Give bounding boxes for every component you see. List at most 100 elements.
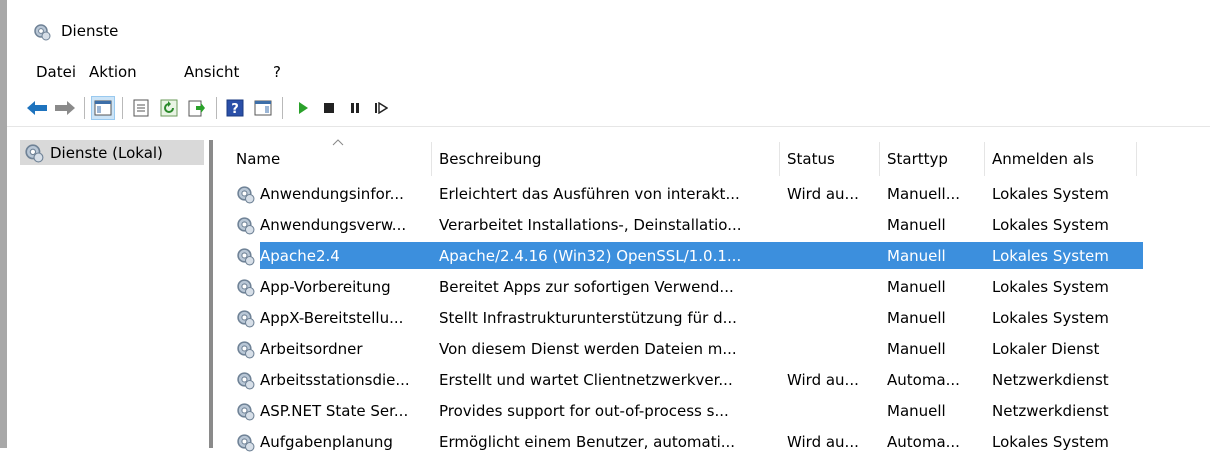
start-service-icon[interactable] — [291, 96, 315, 120]
properties-icon[interactable] — [129, 96, 153, 120]
column-header-anmelden-als[interactable]: Anmelden als — [992, 150, 1094, 168]
cell-anmelden-als: Lokales System — [992, 433, 1109, 451]
table-row[interactable]: Aufgabenplanung Ermöglicht einem Benutzer… — [214, 426, 1143, 457]
cell-starttyp: Manuell — [887, 247, 946, 265]
column-header-name[interactable]: Name — [236, 150, 280, 168]
cell-starttyp: Manuell — [887, 340, 946, 358]
pause-service-icon[interactable] — [343, 96, 367, 120]
toolbar-separator — [216, 97, 217, 119]
cell-name: Anwendungsinfor... — [260, 185, 404, 203]
stop-service-icon[interactable] — [317, 96, 341, 120]
service-gear-icon — [237, 372, 255, 390]
show-hide-action-pane-icon[interactable] — [251, 96, 275, 120]
cell-description: Erstellt und wartet Clientnetzwerkver... — [439, 371, 733, 389]
cell-starttyp: Manuell... — [887, 185, 961, 203]
services-gear-icon — [34, 24, 51, 41]
cell-description: Verarbeitet Installations-, Deinstallati… — [439, 216, 742, 234]
cell-anmelden-als: Netzwerkdienst — [992, 371, 1109, 389]
sort-ascending-icon — [332, 139, 344, 146]
toolbar-separator — [282, 97, 283, 119]
cell-name: Arbeitsordner — [260, 340, 363, 358]
cell-description: Erleichtert das Ausführen von interakt..… — [439, 185, 740, 203]
cell-name: AppX-Bereitstellu... — [260, 309, 404, 327]
table-row[interactable]: Anwendungsverw... Verarbeitet Installatio… — [214, 209, 1143, 240]
menu-aktion[interactable]: Aktion — [89, 63, 137, 81]
column-separator[interactable] — [1136, 142, 1137, 176]
service-gear-icon — [237, 217, 255, 235]
cell-anmelden-als: Lokales System — [992, 278, 1109, 296]
cell-description: Bereitet Apps zur sofortigen Verwend... — [439, 278, 734, 296]
column-separator[interactable] — [879, 142, 880, 176]
cell-anmelden-als: Lokales System — [992, 185, 1109, 203]
column-header-status[interactable]: Status — [787, 150, 835, 168]
cell-name: Apache2.4 — [260, 247, 340, 265]
column-separator[interactable] — [431, 142, 432, 176]
cell-starttyp: Manuell — [887, 278, 946, 296]
column-separator[interactable] — [779, 142, 780, 176]
forward-icon[interactable] — [53, 96, 77, 120]
table-row[interactable]: App-Vorbereitung Bereitet Apps zur sofort… — [214, 271, 1143, 302]
show-hide-console-tree-icon[interactable] — [91, 96, 115, 120]
resume-service-icon[interactable] — [369, 96, 393, 120]
service-gear-icon — [237, 186, 255, 204]
cell-starttyp: Automa... — [887, 371, 960, 389]
cell-description: Von diesem Dienst werden Dateien m... — [439, 340, 737, 358]
table-row[interactable]: Arbeitsstationsdie... Erstellt und wartet… — [214, 364, 1143, 395]
cell-name: ASP.NET State Ser... — [260, 402, 409, 420]
table-row[interactable]: Anwendungsinfor... Erleichtert das Ausfüh… — [214, 178, 1143, 209]
cell-status: Wird au... — [787, 185, 859, 203]
services-list: Name Beschreibung Status Starttyp Anmeld… — [214, 139, 1210, 452]
table-row[interactable]: AppX-Bereitstellu... Stellt Infrastruktur… — [214, 302, 1143, 333]
back-icon[interactable] — [25, 96, 49, 120]
table-row[interactable]: ASP.NET State Ser... Provides support for… — [214, 395, 1143, 426]
cell-starttyp: Manuell — [887, 216, 946, 234]
help-icon[interactable]: ? — [223, 96, 247, 120]
column-header-description[interactable]: Beschreibung — [439, 150, 541, 168]
cell-anmelden-als: Lokaler Dienst — [992, 340, 1100, 358]
menu-bar: Datei Aktion Ansicht ? — [7, 58, 1210, 88]
services-window: Dienste Datei Aktion Ansicht ? ? Dienste… — [7, 0, 1210, 452]
table-row[interactable]: Apache2.4 Apache/2.4.16 (Win32) OpenSSL/1… — [214, 240, 1143, 271]
menu-datei[interactable]: Datei — [36, 63, 76, 81]
table-row[interactable]: Arbeitsordner Von diesem Dienst werden Da… — [214, 333, 1143, 364]
column-header-starttyp[interactable]: Starttyp — [887, 150, 948, 168]
service-gear-icon — [237, 434, 255, 452]
cell-name: Arbeitsstationsdie... — [260, 371, 410, 389]
service-gear-icon — [237, 310, 255, 328]
service-gear-icon — [237, 279, 255, 297]
console-tree: Dienste (Lokal) — [20, 140, 207, 448]
pane-divider[interactable] — [209, 140, 213, 448]
list-header: Name Beschreibung Status Starttyp Anmeld… — [214, 139, 1210, 178]
window-title: Dienste — [61, 22, 119, 40]
service-gear-icon — [237, 248, 255, 266]
cell-anmelden-als: Lokales System — [992, 309, 1109, 327]
cell-anmelden-als: Netzwerkdienst — [992, 402, 1109, 420]
cell-starttyp: Automa... — [887, 433, 960, 451]
tree-item-dienste-lokal[interactable]: Dienste (Lokal) — [20, 140, 204, 165]
cell-name: Aufgabenplanung — [260, 433, 393, 451]
cell-description: Provides support for out-of-process s... — [439, 402, 729, 420]
cell-status: Wird au... — [787, 433, 859, 451]
cell-description: Stellt Infrastrukturunterstützung für d.… — [439, 309, 737, 327]
export-list-icon[interactable] — [185, 96, 209, 120]
title-bar[interactable]: Dienste — [7, 0, 1210, 58]
cell-name: App-Vorbereitung — [260, 278, 391, 296]
svg-text:?: ? — [231, 102, 239, 117]
cell-description: Ermöglicht einem Benutzer, automati... — [439, 433, 736, 451]
menu-ansicht[interactable]: Ansicht — [184, 63, 239, 81]
toolbar-separator — [84, 97, 85, 119]
refresh-icon[interactable] — [157, 96, 181, 120]
toolbar-separator — [122, 97, 123, 119]
menu-help[interactable]: ? — [273, 63, 281, 81]
cell-starttyp: Manuell — [887, 309, 946, 327]
toolbar: ? — [7, 90, 1210, 127]
cell-name: Anwendungsverw... — [260, 216, 407, 234]
left-window-edge — [0, 0, 7, 448]
column-separator[interactable] — [984, 142, 985, 176]
cell-starttyp: Manuell — [887, 402, 946, 420]
cell-description: Apache/2.4.16 (Win32) OpenSSL/1.0.1... — [439, 247, 742, 265]
cell-status: Wird au... — [787, 371, 859, 389]
cell-anmelden-als: Lokales System — [992, 216, 1109, 234]
service-gear-icon — [237, 403, 255, 421]
tree-item-label: Dienste (Lokal) — [50, 143, 163, 162]
